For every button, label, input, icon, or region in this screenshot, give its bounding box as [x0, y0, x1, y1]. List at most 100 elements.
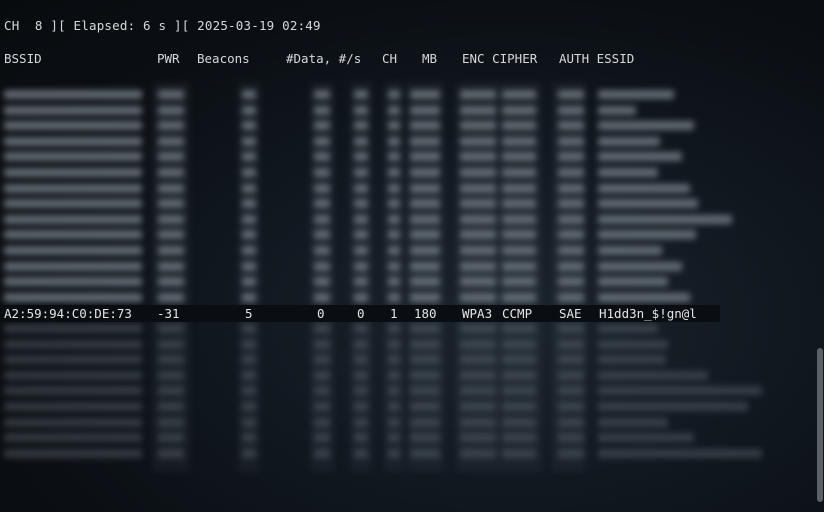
- redacted-cell: [502, 214, 536, 224]
- redacted-row: [0, 228, 760, 241]
- redacted-cell: [558, 152, 584, 162]
- redacted-cell: [158, 324, 184, 333]
- redacted-cell: [4, 417, 142, 427]
- redacted-cell: [558, 168, 584, 177]
- redacted-cell: [388, 292, 400, 302]
- redacted-row: [0, 431, 760, 444]
- redacted-cell: [354, 183, 368, 193]
- redacted-cell: [242, 402, 256, 411]
- redacted-cell: [354, 199, 368, 209]
- scrollbar[interactable]: [816, 0, 824, 512]
- row-data: 0: [317, 306, 325, 321]
- redacted-cell: [242, 214, 256, 224]
- redacted-cell: [388, 355, 400, 365]
- row-per-second: 0: [357, 306, 365, 321]
- redacted-essid-cell: [598, 339, 668, 349]
- redacted-cell: [502, 448, 536, 458]
- header-beacons: Beacons: [197, 51, 250, 66]
- scrollbar-thumb[interactable]: [817, 348, 823, 502]
- redacted-cell: [388, 199, 400, 209]
- redacted-cell: [158, 370, 184, 380]
- redacted-cell: [158, 402, 184, 411]
- redacted-cell: [410, 402, 440, 411]
- redacted-cell: [502, 292, 536, 302]
- redacted-cell: [388, 417, 400, 427]
- redacted-cell: [410, 324, 440, 333]
- redacted-cell: [558, 402, 584, 411]
- redacted-cell: [4, 121, 142, 131]
- redacted-cell: [158, 230, 184, 240]
- redacted-row: [0, 338, 760, 351]
- redacted-cell: [558, 121, 584, 131]
- redacted-cell: [410, 292, 440, 302]
- redacted-cell: [242, 199, 256, 209]
- redacted-cell: [410, 417, 440, 427]
- redacted-cell: [388, 324, 400, 333]
- redacted-cell: [502, 105, 536, 115]
- redacted-cell: [158, 246, 184, 255]
- terminal-window[interactable]: CH 8 ][ Elapsed: 6 s ][ 2025-03-19 02:49…: [0, 0, 824, 512]
- redacted-cell: [4, 230, 142, 240]
- redacted-cell: [4, 292, 142, 302]
- redacted-cell: [314, 355, 330, 365]
- redacted-cell: [354, 370, 368, 380]
- redacted-cell: [314, 370, 330, 380]
- redacted-cell: [314, 324, 330, 333]
- redacted-cell: [242, 355, 256, 365]
- redacted-cell: [242, 261, 256, 271]
- redacted-essid-cell: [598, 90, 674, 99]
- redacted-cell: [388, 105, 400, 115]
- redacted-cell: [410, 121, 440, 131]
- redacted-cell: [502, 433, 536, 443]
- redacted-cell: [558, 246, 584, 255]
- redacted-cell: [314, 402, 330, 411]
- redacted-row: [0, 104, 760, 117]
- redacted-cell: [460, 433, 496, 443]
- redacted-cell: [242, 168, 256, 177]
- redacted-cell: [314, 199, 330, 209]
- table-row-visible-network[interactable]: A2:59:94:C0:DE:73 -31 5 0 0 1 180 WPA3 C…: [0, 305, 720, 322]
- redacted-cell: [410, 230, 440, 240]
- redacted-cell: [410, 246, 440, 255]
- redacted-cell: [158, 448, 184, 458]
- row-channel: 1: [390, 306, 398, 321]
- redacted-cell: [460, 292, 496, 302]
- redacted-cell: [460, 136, 496, 146]
- redacted-essid-cell: [598, 136, 660, 146]
- redacted-row: [0, 135, 760, 148]
- redacted-cell: [502, 339, 536, 349]
- redacted-cell: [558, 339, 584, 349]
- redacted-cell: [460, 214, 496, 224]
- redacted-cell: [502, 324, 536, 333]
- redacted-essid-cell: [598, 214, 732, 224]
- redacted-essid-cell: [598, 199, 698, 209]
- redacted-cell: [314, 152, 330, 162]
- redacted-row: [0, 353, 760, 366]
- redacted-row: [0, 244, 760, 257]
- header-enc-cipher: ENC CIPHER: [462, 51, 538, 66]
- redacted-essid-cell: [598, 261, 682, 271]
- redacted-cell: [502, 355, 536, 365]
- redacted-cell: [388, 246, 400, 255]
- redacted-cell: [314, 136, 330, 146]
- redacted-row: [0, 400, 760, 413]
- redacted-cell: [242, 277, 256, 287]
- redacted-cell: [388, 339, 400, 349]
- redacted-cell: [410, 136, 440, 146]
- redacted-essid-cell: [598, 105, 636, 115]
- redacted-cell: [388, 230, 400, 240]
- redacted-cell: [558, 417, 584, 427]
- redacted-cell: [502, 370, 536, 380]
- redacted-cell: [460, 168, 496, 177]
- redacted-cell: [314, 448, 330, 458]
- redacted-cell: [314, 339, 330, 349]
- redacted-cell: [242, 105, 256, 115]
- redacted-cell: [4, 277, 142, 287]
- redacted-cell: [354, 386, 368, 396]
- redacted-cell: [158, 417, 184, 427]
- redacted-cell: [158, 339, 184, 349]
- redacted-cell: [242, 386, 256, 396]
- redacted-cell: [388, 90, 400, 99]
- redacted-cell: [558, 386, 584, 396]
- redacted-cell: [242, 230, 256, 240]
